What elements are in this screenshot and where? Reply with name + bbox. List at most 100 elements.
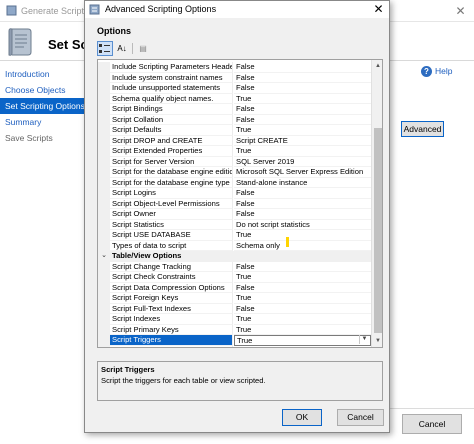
property-value[interactable]: False	[234, 199, 371, 209]
property-row[interactable]: Script for the database engine edition Mi…	[98, 167, 371, 178]
property-name: Script for Server Version	[110, 156, 233, 167]
category-label: Table/View Options	[112, 251, 182, 260]
property-name: Script Defaults	[110, 125, 233, 136]
property-value[interactable]: False	[234, 115, 371, 125]
property-value[interactable]: False	[234, 104, 371, 115]
grid-scrollbar[interactable]: ▲ ▼	[371, 60, 382, 347]
row-gutter	[98, 230, 110, 241]
property-row[interactable]: Include Scripting Parameters Header False	[98, 62, 371, 73]
property-row[interactable]: Script for Server Version SQL Server 2019	[98, 156, 371, 167]
cancel-button[interactable]: Cancel	[337, 409, 384, 426]
options-property-grid[interactable]: Include Scripting Parameters Header False…	[97, 59, 383, 348]
collapse-chevron-icon[interactable]: ⌄	[99, 251, 109, 262]
property-value[interactable]: True	[234, 293, 371, 304]
alphabetical-sort-icon[interactable]: A↓	[114, 41, 130, 56]
generate-scripts-app-icon	[6, 5, 17, 16]
nav-item-set-scripting-options[interactable]: Set Scripting Options	[0, 98, 85, 114]
property-row[interactable]: Script Object-Level Permissions False	[98, 198, 371, 209]
property-row[interactable]: Script Triggers True ▼	[98, 335, 371, 346]
property-row[interactable]: Script USE DATABASE True	[98, 230, 371, 241]
dialog-close-button[interactable]: ✕	[368, 1, 389, 18]
property-value[interactable]: True	[234, 314, 371, 325]
property-row[interactable]: Script Change Tracking False	[98, 261, 371, 272]
nav-item-introduction[interactable]: Introduction	[0, 66, 84, 82]
row-gutter	[98, 83, 110, 94]
scroll-down-arrow-icon[interactable]: ▼	[372, 335, 382, 347]
property-row[interactable]: Script Full-Text Indexes False	[98, 303, 371, 314]
window-close-button[interactable]: ✕	[447, 0, 474, 22]
property-value[interactable]: False	[234, 304, 371, 314]
property-row[interactable]: Script DROP and CREATE Script CREATE	[98, 135, 371, 146]
property-value[interactable]: Microsoft SQL Server Express Edition	[234, 167, 371, 178]
property-name: Script for the database engine edition	[110, 167, 233, 178]
property-value[interactable]: Script CREATE	[234, 136, 371, 146]
script-scroll-icon	[8, 28, 32, 56]
property-value[interactable]: True	[234, 335, 371, 346]
property-row[interactable]: Script Logins False	[98, 188, 371, 199]
categorized-view-icon[interactable]	[97, 41, 113, 56]
property-value[interactable]: SQL Server 2019	[234, 157, 371, 167]
property-value[interactable]: True	[234, 125, 371, 136]
property-row[interactable]: Include system constraint names False	[98, 72, 371, 83]
property-name: Script Primary Keys	[110, 324, 233, 335]
category-row-table-view-options[interactable]: ⌄ Table/View Options	[98, 251, 371, 262]
dialog-title: Advanced Scripting Options	[105, 4, 217, 14]
property-row[interactable]: Script Indexes True	[98, 314, 371, 325]
property-row[interactable]: Script Defaults True	[98, 125, 371, 136]
property-value[interactable]: False	[234, 209, 371, 220]
property-row[interactable]: Script Statistics Do not script statistic…	[98, 219, 371, 230]
scrollbar-thumb[interactable]	[374, 128, 382, 333]
property-value[interactable]: Stand-alone instance	[234, 178, 371, 188]
property-value[interactable]: False	[234, 83, 371, 94]
property-row[interactable]: Include unsupported statements False	[98, 83, 371, 94]
property-row[interactable]: Types of data to script Schema only	[98, 240, 371, 251]
property-value[interactable]: Do not script statistics	[234, 220, 371, 230]
property-row[interactable]: Script Unique KeysTrue	[98, 345, 371, 348]
property-row[interactable]: Script Primary Keys True	[98, 324, 371, 335]
property-value[interactable]: False	[234, 262, 371, 272]
nav-item-summary[interactable]: Summary	[0, 114, 84, 130]
scroll-up-arrow-icon[interactable]: ▲	[372, 60, 382, 72]
nav-item-save-scripts: Save Scripts	[5, 133, 53, 143]
row-gutter	[98, 261, 110, 272]
property-value[interactable]: False	[234, 73, 371, 83]
property-row[interactable]: Script for the database engine type Stand…	[98, 177, 371, 188]
property-row[interactable]: Script Foreign Keys True	[98, 293, 371, 304]
row-gutter	[98, 303, 110, 314]
property-name: Script Foreign Keys	[110, 293, 233, 304]
property-value[interactable]: True	[234, 94, 371, 104]
property-row[interactable]: Script Bindings False	[98, 104, 371, 115]
property-value[interactable]: True	[234, 230, 371, 241]
property-row[interactable]: Script Check Constraints True	[98, 272, 371, 283]
nav-item-choose-objects[interactable]: Choose Objects	[0, 82, 84, 98]
property-row[interactable]: Schema qualify object names. True	[98, 93, 371, 104]
row-gutter	[98, 72, 110, 83]
row-gutter	[98, 114, 110, 125]
help-label: Help	[435, 66, 453, 76]
property-pages-icon[interactable]: ▤	[135, 41, 151, 56]
property-description-panel: Script Triggers Script the triggers for …	[97, 361, 383, 401]
property-row[interactable]: Script Extended Properties True	[98, 146, 371, 157]
dropdown-arrow-icon[interactable]: ▼	[359, 335, 369, 344]
property-name: Script DROP and CREATE	[110, 135, 233, 146]
help-icon: ?	[421, 66, 432, 77]
property-value[interactable]: Schema only	[234, 241, 371, 251]
row-gutter	[98, 324, 110, 335]
ok-button[interactable]: OK	[282, 409, 322, 426]
property-value[interactable]: False	[234, 62, 371, 73]
property-name: Include system constraint names	[110, 72, 233, 83]
wizard-cancel-button[interactable]: Cancel	[402, 414, 462, 434]
property-value[interactable]: True	[234, 146, 371, 157]
property-value[interactable]: True	[234, 325, 371, 335]
advanced-scripting-options-dialog: Advanced Scripting Options ✕ Options A↓ …	[84, 0, 390, 433]
property-value[interactable]: False	[234, 188, 371, 199]
property-row[interactable]: Script Owner False	[98, 209, 371, 220]
property-name: Script Extended Properties	[110, 146, 233, 157]
row-gutter	[98, 104, 110, 115]
advanced-button[interactable]: Advanced	[401, 121, 444, 137]
property-row[interactable]: Script Data Compression Options False	[98, 282, 371, 293]
property-value[interactable]: True	[234, 346, 371, 348]
property-value[interactable]: False	[234, 283, 371, 293]
property-row[interactable]: Script Collation False	[98, 114, 371, 125]
property-value[interactable]: True	[234, 272, 371, 283]
